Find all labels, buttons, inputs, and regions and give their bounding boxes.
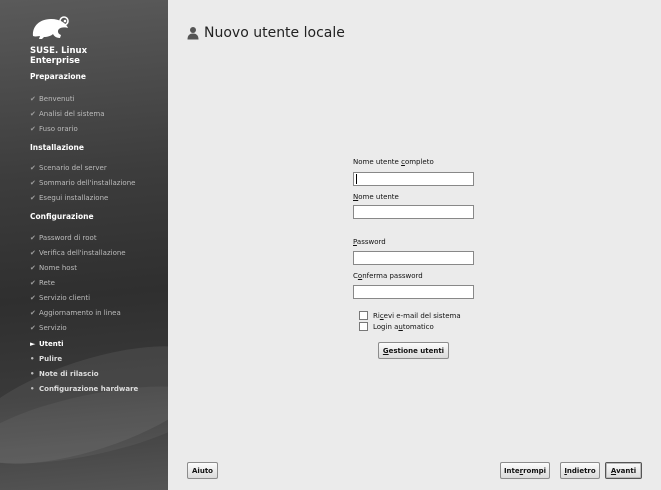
step-label: Rete [39, 279, 55, 287]
step-utenti: ► Utenti [30, 340, 64, 348]
check-icon: ✔ [30, 179, 36, 187]
manage-users-button[interactable]: Gestione utenti [378, 342, 449, 359]
step-rete: ✔ Rete [30, 279, 55, 287]
sidebar: SUSE. Linux Enterprise Preparazione ✔ Ben… [0, 0, 168, 490]
check-icon: ✔ [30, 234, 36, 242]
check-icon: ✔ [30, 95, 36, 103]
step-label: Sommario dell'installazione [39, 179, 136, 187]
pending-bullet-icon: • [30, 370, 35, 378]
step-label: Fuso orario [39, 125, 78, 133]
page-title: Nuovo utente locale [204, 25, 345, 41]
username-label: Nome utente [353, 193, 399, 201]
step-label: Benvenuti [39, 95, 75, 103]
check-icon: ✔ [30, 324, 36, 332]
step-label: Nome host [39, 264, 77, 272]
current-step-arrow-icon: ► [30, 340, 36, 348]
check-icon: ✔ [30, 194, 36, 202]
check-icon: ✔ [30, 294, 36, 302]
user-icon [187, 27, 199, 40]
receive-mail-checkbox[interactable]: Ricevi e-mail del sistema [359, 311, 461, 320]
step-label: Note di rilascio [39, 370, 99, 378]
next-label: Avanti [610, 466, 637, 475]
check-icon: ✔ [30, 309, 36, 317]
password-label: Password [353, 238, 386, 246]
brand-line-1: SUSE. Linux [30, 46, 88, 56]
step-label: Pulire [39, 355, 63, 363]
confirm-password-label: Conferma password [353, 272, 423, 280]
check-icon: ✔ [30, 110, 36, 118]
step-esegui-installazione: ✔ Esegui installazione [30, 194, 108, 202]
step-servizio-clienti: ✔ Servizio clienti [30, 294, 90, 302]
step-pulire: • Pulire [30, 355, 62, 363]
step-label: Configurazione hardware [39, 385, 139, 393]
check-icon: ✔ [30, 164, 36, 172]
help-button[interactable]: Aiuto [187, 462, 218, 479]
help-label: Aiuto [192, 466, 213, 475]
checkbox-box[interactable] [359, 322, 368, 331]
step-servizio: ✔ Servizio [30, 324, 67, 332]
installer-window: SUSE. Linux Enterprise Preparazione ✔ Ben… [0, 0, 661, 490]
step-label: Servizio [39, 324, 67, 332]
page-header: Nuovo utente locale [187, 25, 345, 41]
back-label: Indietro [564, 466, 596, 475]
step-label: Scenario del server [39, 164, 107, 172]
username-input[interactable] [353, 205, 474, 219]
step-label: Esegui installazione [39, 194, 109, 202]
check-icon: ✔ [30, 249, 36, 257]
brand-text: SUSE. Linux Enterprise [30, 46, 87, 66]
step-note-di-rilascio: • Note di rilascio [30, 370, 99, 378]
check-icon: ✔ [30, 125, 36, 133]
step-analisi-del-sistema: ✔ Analisi del sistema [30, 110, 105, 118]
next-button[interactable]: Avanti [605, 462, 642, 479]
checkbox-box[interactable] [359, 311, 368, 320]
manage-users-label: Gestione utenti [382, 346, 445, 355]
step-label: Verifica dell'installazione [39, 249, 126, 257]
step-fuso-orario: ✔ Fuso orario [30, 125, 78, 133]
step-label: Analisi del sistema [39, 110, 105, 118]
step-password-di-root: ✔ Password di root [30, 234, 97, 242]
receive-mail-label: Ricevi e-mail del sistema [373, 311, 461, 320]
password-input[interactable] [353, 251, 474, 265]
step-benvenuti: ✔ Benvenuti [30, 95, 75, 103]
abort-button[interactable]: Interrompi [500, 462, 550, 479]
pending-bullet-icon: • [30, 355, 35, 363]
confirm-password-input[interactable] [353, 285, 474, 299]
check-icon: ✔ [30, 264, 36, 272]
step-sommario-installazione: ✔ Sommario dell'installazione [30, 179, 135, 187]
brand-line-2: Enterprise [30, 56, 80, 66]
step-label: Servizio clienti [39, 294, 91, 302]
step-label: Aggiornamento in linea [39, 309, 121, 317]
section-configurazione: Configurazione [30, 212, 94, 221]
step-scenario-del-server: ✔ Scenario del server [30, 164, 107, 172]
full-name-input[interactable] [353, 172, 474, 186]
abort-label: Interrompi [503, 466, 547, 475]
autologin-checkbox[interactable]: Login automatico [359, 322, 434, 331]
section-installazione: Installazione [30, 143, 84, 152]
pending-bullet-icon: • [30, 385, 35, 393]
back-button[interactable]: Indietro [560, 462, 600, 479]
step-verifica-installazione: ✔ Verifica dell'installazione [30, 249, 126, 257]
step-label: Utenti [39, 340, 64, 348]
step-configurazione-hardware: • Configurazione hardware [30, 385, 138, 393]
autologin-label: Login automatico [373, 322, 434, 331]
step-nome-host: ✔ Nome host [30, 264, 77, 272]
suse-chameleon-logo-icon [32, 16, 69, 39]
step-label: Password di root [39, 234, 97, 242]
step-aggiornamento-in-linea: ✔ Aggiornamento in linea [30, 309, 121, 317]
section-preparazione: Preparazione [30, 72, 86, 81]
check-icon: ✔ [30, 279, 36, 287]
full-name-label: Nome utente completo [353, 158, 434, 166]
